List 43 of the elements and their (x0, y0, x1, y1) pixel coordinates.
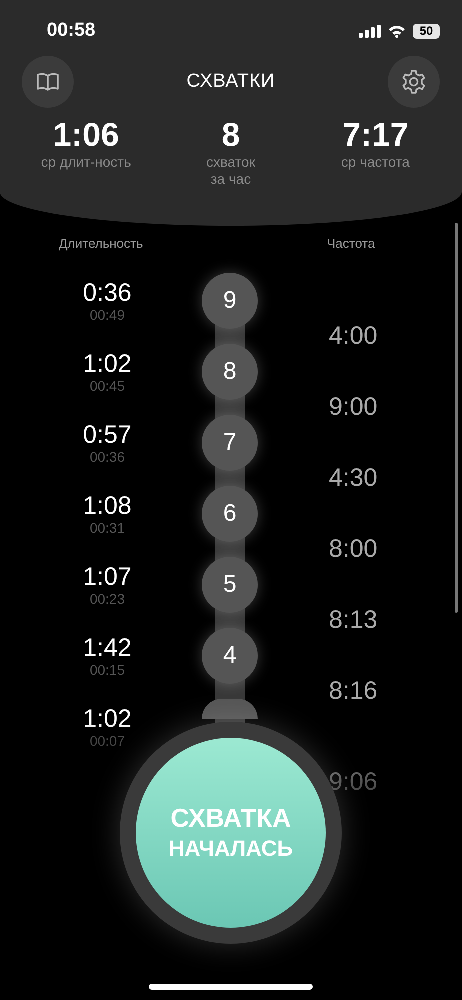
start-time: 00:23 (90, 590, 126, 606)
duration-value: 0:36 (83, 278, 132, 306)
frequency-value: 9:06 (329, 768, 378, 797)
frequency-value: 9:00 (329, 393, 378, 422)
contraction-number[interactable]: 8 (202, 344, 258, 400)
column-heading: Длительность (58, 236, 144, 251)
frequency-value: 4:00 (329, 322, 378, 351)
stat-label: ср частота (341, 154, 410, 171)
frequency-value: 8:16 (329, 677, 378, 706)
start-time: 00:49 (90, 306, 126, 322)
contraction-number[interactable]: 4 (202, 628, 258, 684)
stat-label: схваток за час (206, 154, 256, 188)
start-time: 00:36 (90, 448, 126, 464)
stat-value: 8 (222, 116, 240, 154)
frequency-value: 8:00 (329, 535, 378, 564)
frequency-value: 8:13 (329, 606, 378, 635)
start-time: 00:45 (90, 378, 126, 394)
duration-value: 1:02 (83, 350, 132, 378)
start-time: 00:07 (90, 732, 126, 748)
contraction-number[interactable]: 6 (202, 486, 258, 542)
settings-icon (400, 69, 427, 95)
book-icon (36, 72, 60, 92)
stat-label: ср длит-ность (41, 154, 132, 171)
contraction-number[interactable]: 5 (202, 556, 258, 612)
stat-value: 7:17 (342, 116, 409, 154)
duration-value: 0:57 (83, 420, 132, 448)
duration-value: 1:02 (83, 704, 132, 732)
wifi-icon (388, 24, 406, 38)
start-time: 00:15 (90, 662, 126, 678)
contraction-number[interactable]: 9 (202, 272, 258, 328)
contraction-marker[interactable] (202, 699, 258, 719)
stat-value: 1:06 (53, 116, 120, 154)
column-heading: Частота (326, 236, 376, 251)
start-time: 00:31 (90, 520, 126, 536)
screen-title: СХВАТКИ (186, 71, 276, 93)
duration-value: 1:08 (83, 492, 132, 520)
duration-value: 1:42 (83, 634, 132, 662)
duration-value: 1:07 (83, 562, 132, 590)
contraction-number[interactable]: 7 (202, 414, 258, 470)
status-time: 00:58 (47, 20, 96, 42)
signal-icon (359, 24, 381, 38)
battery-indicator: 50 (413, 24, 440, 38)
frequency-value: 4:30 (329, 464, 378, 493)
